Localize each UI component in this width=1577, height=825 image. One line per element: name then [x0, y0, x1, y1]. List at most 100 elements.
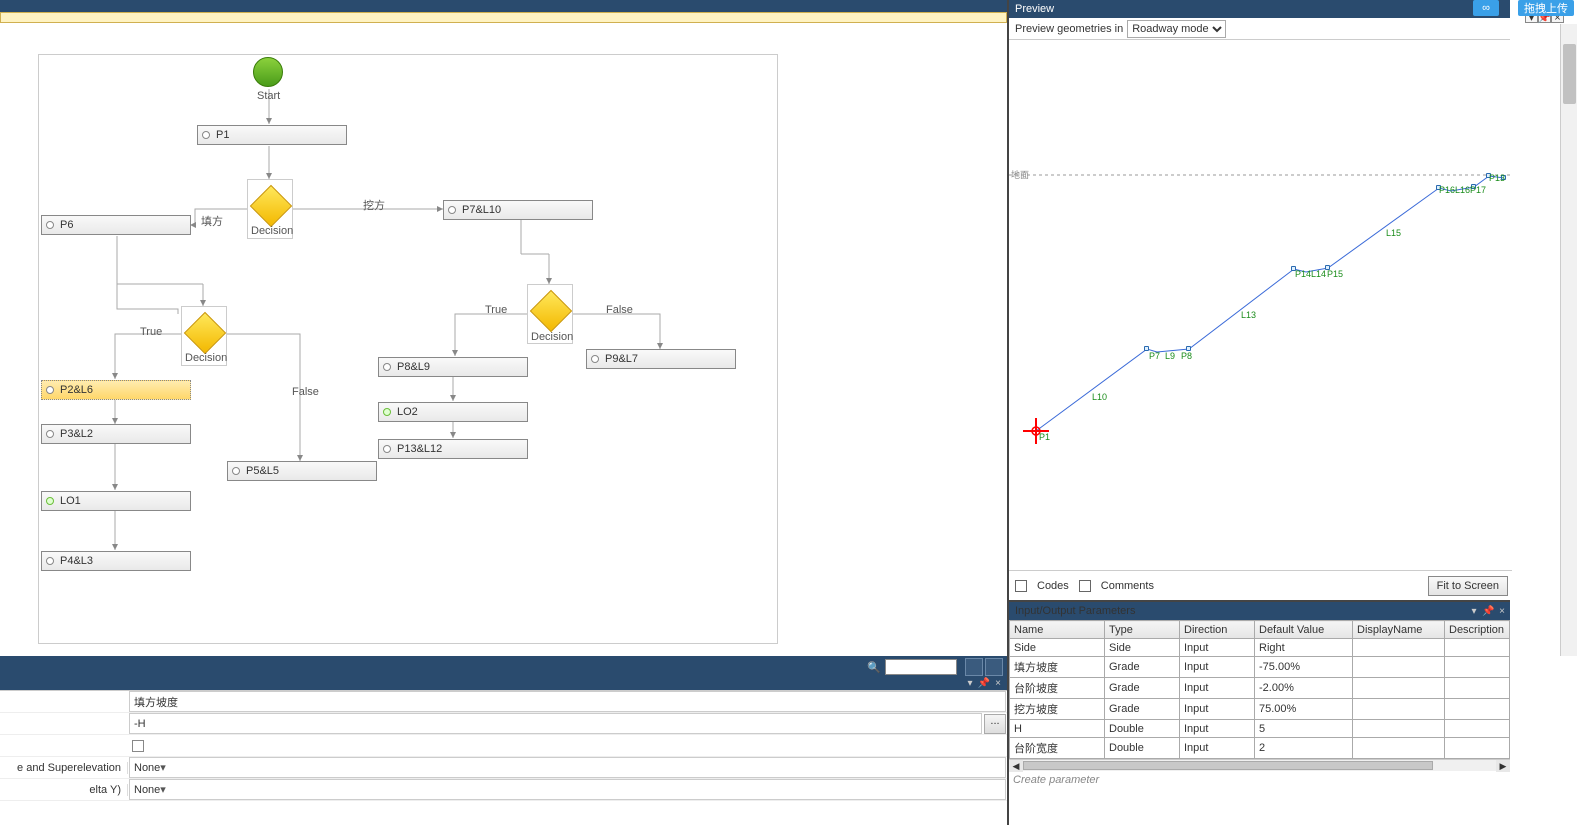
io-cell[interactable]: [1353, 678, 1445, 699]
node-p8l9[interactable]: P8&L9: [378, 357, 528, 377]
io-cell[interactable]: [1353, 738, 1445, 759]
io-cell[interactable]: [1445, 699, 1510, 720]
io-cell[interactable]: 填方坡度: [1010, 657, 1105, 678]
io-cell[interactable]: Input: [1180, 720, 1255, 738]
prop-value-1[interactable]: 填方坡度: [129, 691, 1006, 712]
io-col-direction[interactable]: Direction: [1180, 621, 1255, 639]
pv-label-l10: L10: [1092, 392, 1107, 402]
prop-pin-icon[interactable]: 📌: [977, 678, 991, 690]
node-p6[interactable]: P6: [41, 215, 191, 235]
prop-ellipsis-button[interactable]: ...: [984, 714, 1006, 734]
io-col-name[interactable]: Name: [1010, 621, 1105, 639]
window-icon[interactable]: [985, 658, 1003, 676]
io-col-type[interactable]: Type: [1105, 621, 1180, 639]
io-cell[interactable]: Double: [1105, 720, 1180, 738]
io-cell[interactable]: H: [1010, 720, 1105, 738]
node-p7l10-label: P7&L10: [462, 204, 501, 216]
pv-point-p7: P7: [1149, 351, 1160, 361]
comments-checkbox[interactable]: [1079, 580, 1091, 592]
prop-dropdown-icon[interactable]: ▾: [963, 678, 977, 690]
io-cell[interactable]: [1445, 720, 1510, 738]
node-lo1[interactable]: LO1: [41, 491, 191, 511]
node-p7l10[interactable]: P7&L10: [443, 200, 593, 220]
pv-point-p15: P15: [1327, 269, 1343, 279]
start-node[interactable]: [253, 57, 283, 87]
fit-to-screen-button[interactable]: Fit to Screen: [1428, 576, 1508, 596]
io-cell[interactable]: [1445, 657, 1510, 678]
node-p13l12[interactable]: P13&L12: [378, 439, 528, 459]
node-p4l3[interactable]: P4&L3: [41, 551, 191, 571]
io-cell[interactable]: 挖方坡度: [1010, 699, 1105, 720]
search-input[interactable]: [885, 659, 957, 675]
io-cell[interactable]: Double: [1105, 738, 1180, 759]
io-col-display[interactable]: DisplayName: [1353, 621, 1445, 639]
io-cell[interactable]: [1445, 678, 1510, 699]
expand-icon[interactable]: [965, 658, 983, 676]
io-col-desc[interactable]: Description: [1445, 621, 1510, 639]
canvas-scrollbar[interactable]: [1560, 24, 1577, 656]
prop-value-4[interactable]: None: [129, 779, 1006, 800]
io-cell[interactable]: Input: [1180, 639, 1255, 657]
node-lo2[interactable]: LO2: [378, 402, 528, 422]
io-cell[interactable]: -2.00%: [1255, 678, 1353, 699]
io-row[interactable]: SideSideInputRight: [1010, 639, 1510, 657]
node-p3l2[interactable]: P3&L2: [41, 424, 191, 444]
io-cell[interactable]: [1353, 639, 1445, 657]
io-grid[interactable]: Name Type Direction Default Value Displa…: [1009, 620, 1510, 759]
prop-close-icon[interactable]: ×: [991, 678, 1005, 690]
io-cell[interactable]: Grade: [1105, 699, 1180, 720]
io-cell[interactable]: Side: [1105, 639, 1180, 657]
node-p2l6-selected[interactable]: P2&L6: [41, 380, 191, 400]
io-cell[interactable]: -75.00%: [1255, 657, 1353, 678]
io-row[interactable]: 填方坡度GradeInput-75.00%: [1010, 657, 1510, 678]
io-cell[interactable]: Right: [1255, 639, 1353, 657]
create-parameter-link[interactable]: Create parameter: [1009, 771, 1510, 789]
io-cell[interactable]: 5: [1255, 720, 1353, 738]
io-hscrollbar[interactable]: ◀ ▶: [1009, 759, 1510, 771]
io-cell[interactable]: Side: [1010, 639, 1105, 657]
upload-icon[interactable]: ∞: [1473, 0, 1499, 16]
io-cell[interactable]: [1353, 720, 1445, 738]
search-icon[interactable]: 🔍: [865, 658, 883, 676]
preview-canvas[interactable]: 地面 P1 L10 P7 L9 P8 L13 P14 L14 P15 L15 P…: [1009, 40, 1512, 568]
io-cell[interactable]: [1353, 657, 1445, 678]
io-cell[interactable]: 2: [1255, 738, 1353, 759]
prop-value-2[interactable]: -H: [129, 713, 982, 734]
io-col-default[interactable]: Default Value: [1255, 621, 1353, 639]
io-cell[interactable]: Input: [1180, 657, 1255, 678]
preview-mode-select[interactable]: Roadway mode: [1127, 20, 1226, 38]
io-cell[interactable]: Grade: [1105, 678, 1180, 699]
codes-label: Codes: [1037, 580, 1069, 592]
io-row[interactable]: 挖方坡度GradeInput75.00%: [1010, 699, 1510, 720]
io-cell[interactable]: [1445, 639, 1510, 657]
node-p1[interactable]: P1: [197, 125, 347, 145]
io-cell[interactable]: [1353, 699, 1445, 720]
codes-checkbox[interactable]: [1015, 580, 1027, 592]
io-row[interactable]: HDoubleInput5: [1010, 720, 1510, 738]
prop-checkbox[interactable]: [132, 740, 144, 752]
io-pin-icon[interactable]: 📌: [1482, 606, 1494, 617]
node-p9l7[interactable]: P9&L7: [586, 349, 736, 369]
io-cell[interactable]: Input: [1180, 678, 1255, 699]
node-p2l6-label: P2&L6: [60, 384, 93, 396]
io-cell[interactable]: 台阶坡度: [1010, 678, 1105, 699]
node-p5l5[interactable]: P5&L5: [227, 461, 377, 481]
comments-label: Comments: [1101, 580, 1154, 592]
io-cell[interactable]: 75.00%: [1255, 699, 1353, 720]
node-p13l12-label: P13&L12: [397, 443, 442, 455]
edge-label-fill: 填方: [201, 213, 223, 229]
io-cell[interactable]: [1445, 738, 1510, 759]
io-cell[interactable]: Input: [1180, 699, 1255, 720]
io-dropdown-icon[interactable]: ▾: [1468, 606, 1480, 617]
io-close-icon[interactable]: ×: [1496, 606, 1508, 617]
io-cell[interactable]: 台阶宽度: [1010, 738, 1105, 759]
scroll-left-icon[interactable]: ◀: [1009, 760, 1023, 772]
upload-button[interactable]: 拖拽上传: [1518, 0, 1574, 16]
prop-value-3[interactable]: None: [129, 757, 1006, 778]
io-row[interactable]: 台阶宽度DoubleInput2: [1010, 738, 1510, 759]
scroll-right-icon[interactable]: ▶: [1496, 760, 1510, 772]
io-cell[interactable]: Input: [1180, 738, 1255, 759]
io-row[interactable]: 台阶坡度GradeInput-2.00%: [1010, 678, 1510, 699]
flowchart-canvas[interactable]: Start Decision 填方 挖方 Decision True False…: [0, 24, 1007, 656]
io-cell[interactable]: Grade: [1105, 657, 1180, 678]
